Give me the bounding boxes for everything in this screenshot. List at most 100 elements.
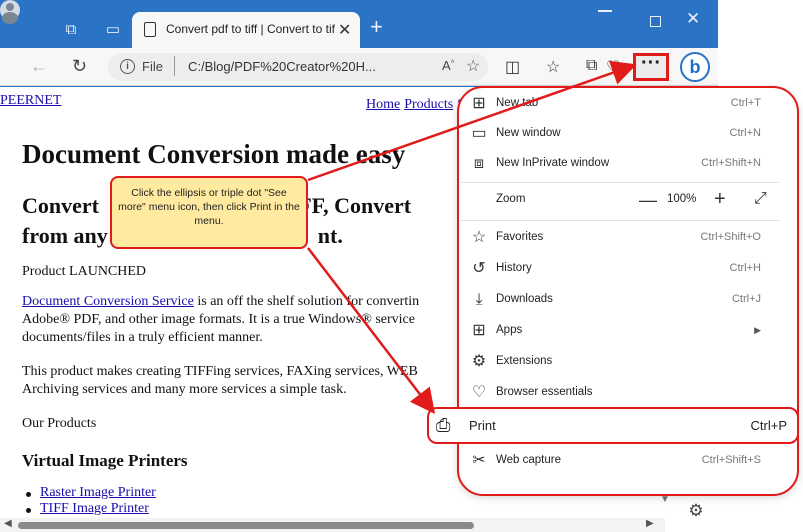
zoom-out-minus-icon[interactable]: — xyxy=(639,190,657,211)
menu-item-label: Print xyxy=(469,418,496,433)
menu-item-label: Downloads xyxy=(496,293,553,305)
favorites-bar-icon[interactable]: ☆ xyxy=(546,57,560,77)
tiffing-text-1: This product makes creating TIFFing serv… xyxy=(22,364,418,379)
menu-item-shortcut: Ctrl+T xyxy=(730,97,761,109)
instruction-callout: Click the ellipsis or triple dot "See mo… xyxy=(110,176,308,249)
menu-item-label: Zoom xyxy=(496,193,526,205)
brand-link[interactable]: PEERNET xyxy=(0,93,61,109)
printer-icon: ⎙ xyxy=(436,415,451,435)
browser-essentials-heart-icon[interactable]: ♡ xyxy=(606,57,620,77)
zoom-in-plus-icon[interactable]: + xyxy=(714,188,726,211)
scroll-right-arrow-icon[interactable]: ▶ xyxy=(646,518,654,529)
nav-link-products[interactable]: Products xyxy=(404,97,453,112)
menu-item-shortcut: Ctrl+Shift+O xyxy=(700,231,761,243)
menu-item-new-inprivate-window[interactable]: ⧈ New InPrivate window Ctrl+Shift+N xyxy=(459,150,781,180)
page-icon xyxy=(144,22,156,37)
menu-item-shortcut: Ctrl+H xyxy=(729,262,761,274)
address-scheme: File xyxy=(142,59,163,74)
menu-divider xyxy=(461,220,779,221)
menu-item-downloads[interactable]: ⤓ Downloads Ctrl+J xyxy=(459,286,781,316)
menu-item-label: Web capture xyxy=(496,454,561,466)
new-tab-plus-icon[interactable]: + xyxy=(370,16,383,38)
list-link[interactable]: TIFF Image Printer xyxy=(40,501,149,516)
menu-item-label: New tab xyxy=(496,97,539,109)
service-text-1: is an off the shelf solution for convert… xyxy=(193,294,420,309)
menu-item-browser-essentials[interactable]: ♡ Browser essentials xyxy=(459,379,781,409)
nav-link-home[interactable]: Home xyxy=(366,97,400,112)
section-heading: Virtual Image Printers xyxy=(22,451,188,470)
workspaces-icon[interactable]: ⧉ xyxy=(62,21,80,39)
menu-item-print[interactable]: ⎙ Print Ctrl+P xyxy=(427,407,799,444)
profile-avatar-icon[interactable] xyxy=(0,0,20,20)
browser-tab[interactable]: Convert pdf to tiff | Convert to tif ✕ xyxy=(132,12,360,48)
menu-divider xyxy=(461,182,779,183)
web-capture-icon: ✂ xyxy=(472,452,486,469)
new-window-icon: ▭ xyxy=(471,125,487,142)
maximize-icon[interactable] xyxy=(650,16,661,27)
callout-text: Click the ellipsis or triple dot "See mo… xyxy=(118,187,300,227)
menu-item-extensions[interactable]: ⚙ Extensions xyxy=(459,348,781,378)
list-item[interactable]: TIFF Image Printer xyxy=(26,501,149,517)
split-screen-icon[interactable]: ◫ xyxy=(505,57,520,77)
menu-item-history[interactable]: ↺ History Ctrl+H xyxy=(459,255,781,285)
settings-and-more-ellipsis-button[interactable]: ··· xyxy=(633,53,669,81)
scroll-left-arrow-icon[interactable]: ◀ xyxy=(4,518,12,529)
zoom-level: 100% xyxy=(667,193,697,205)
address-url[interactable]: C:/Blog/PDF%20Creator%20H... xyxy=(188,59,376,74)
service-paragraph-line-1: Document Conversion Service is an off th… xyxy=(22,293,419,311)
menu-item-apps[interactable]: ⊞ Apps ▶ xyxy=(459,317,781,347)
info-icon[interactable]: i xyxy=(120,59,135,74)
subheading-end-2: nt. xyxy=(317,223,343,248)
menu-item-label: Browser essentials xyxy=(496,386,593,398)
address-bar[interactable]: i File C:/Blog/PDF%20Creator%20H... Aᐞ ☆ xyxy=(108,53,488,81)
extensions-icon: ⚙ xyxy=(471,353,487,370)
page-heading: Document Conversion made easy xyxy=(22,139,406,169)
menu-item-shortcut: Ctrl+Shift+N xyxy=(701,157,761,169)
collections-icon[interactable]: ⧉ xyxy=(586,57,597,75)
tab-title: Convert pdf to tiff | Convert to tif xyxy=(166,22,335,36)
subheading-start: Convert xyxy=(22,193,99,218)
apps-icon: ⊞ xyxy=(472,322,486,339)
launched-text: Product LAUNCHED xyxy=(22,264,147,279)
window-close-icon[interactable]: ✕ xyxy=(686,9,700,29)
menu-item-label: History xyxy=(496,262,532,274)
back-arrow-icon[interactable]: ← xyxy=(30,56,48,77)
submenu-arrow-icon: ▶ xyxy=(754,325,761,335)
menu-item-label: Extensions xyxy=(496,355,553,367)
top-nav: HomeProductsS xyxy=(366,97,469,113)
address-divider xyxy=(174,56,175,76)
service-link[interactable]: Document Conversion Service xyxy=(22,294,194,309)
downloads-icon: ⤓ xyxy=(475,291,483,308)
list-item[interactable]: Raster Image Printer xyxy=(26,485,156,501)
favorites-icon: ☆ xyxy=(471,229,487,246)
add-favorite-star-icon[interactable]: ☆ xyxy=(466,56,480,76)
scrollbar-thumb[interactable] xyxy=(18,522,474,529)
menu-item-label: New InPrivate window xyxy=(496,157,610,169)
tiffing-text-2: Archiving services and many more service… xyxy=(22,382,347,397)
tab-actions-icon[interactable]: ▭ xyxy=(104,21,122,39)
menu-item-web-capture[interactable]: ✂ Web capture Ctrl+Shift+S xyxy=(459,447,781,477)
list-link[interactable]: Raster Image Printer xyxy=(40,485,156,500)
minimize-icon[interactable] xyxy=(598,10,612,12)
menu-item-favorites[interactable]: ☆ Favorites Ctrl+Shift+O xyxy=(459,224,781,254)
menu-item-label: Favorites xyxy=(496,231,544,243)
menu-item-zoom: Zoom — 100% + ⤢ xyxy=(459,186,781,216)
menu-item-shortcut: Ctrl+Shift+S xyxy=(701,454,761,466)
service-text-2: Adobe® PDF, and other image formats. It … xyxy=(22,312,415,327)
refresh-icon[interactable]: ↻ xyxy=(72,56,87,77)
new-tab-icon: ⊞ xyxy=(472,95,486,112)
navigation-toolbar: ← ↻ i File C:/Blog/PDF%20Creator%20H... … xyxy=(0,48,718,86)
bing-copilot-icon[interactable]: b xyxy=(680,52,710,82)
menu-item-new-tab[interactable]: ⊞ New tab Ctrl+T xyxy=(459,90,781,120)
read-aloud-icon[interactable]: Aᐞ xyxy=(442,58,454,73)
horizontal-scrollbar[interactable]: ◀ ▶ xyxy=(0,518,665,532)
service-text-3: documents/files in a truly efficient man… xyxy=(22,330,263,345)
gear-icon[interactable]: ⚙ xyxy=(683,498,709,524)
fullscreen-expand-icon[interactable]: ⤢ xyxy=(754,190,767,208)
menu-item-shortcut: Ctrl+N xyxy=(729,127,761,139)
our-products-text: Our Products xyxy=(22,416,97,431)
subheading-start-2: from any xyxy=(22,223,108,248)
tab-close-icon[interactable]: ✕ xyxy=(338,20,351,40)
menu-item-shortcut: Ctrl+P xyxy=(750,418,787,433)
menu-item-new-window[interactable]: ▭ New window Ctrl+N xyxy=(459,120,781,150)
